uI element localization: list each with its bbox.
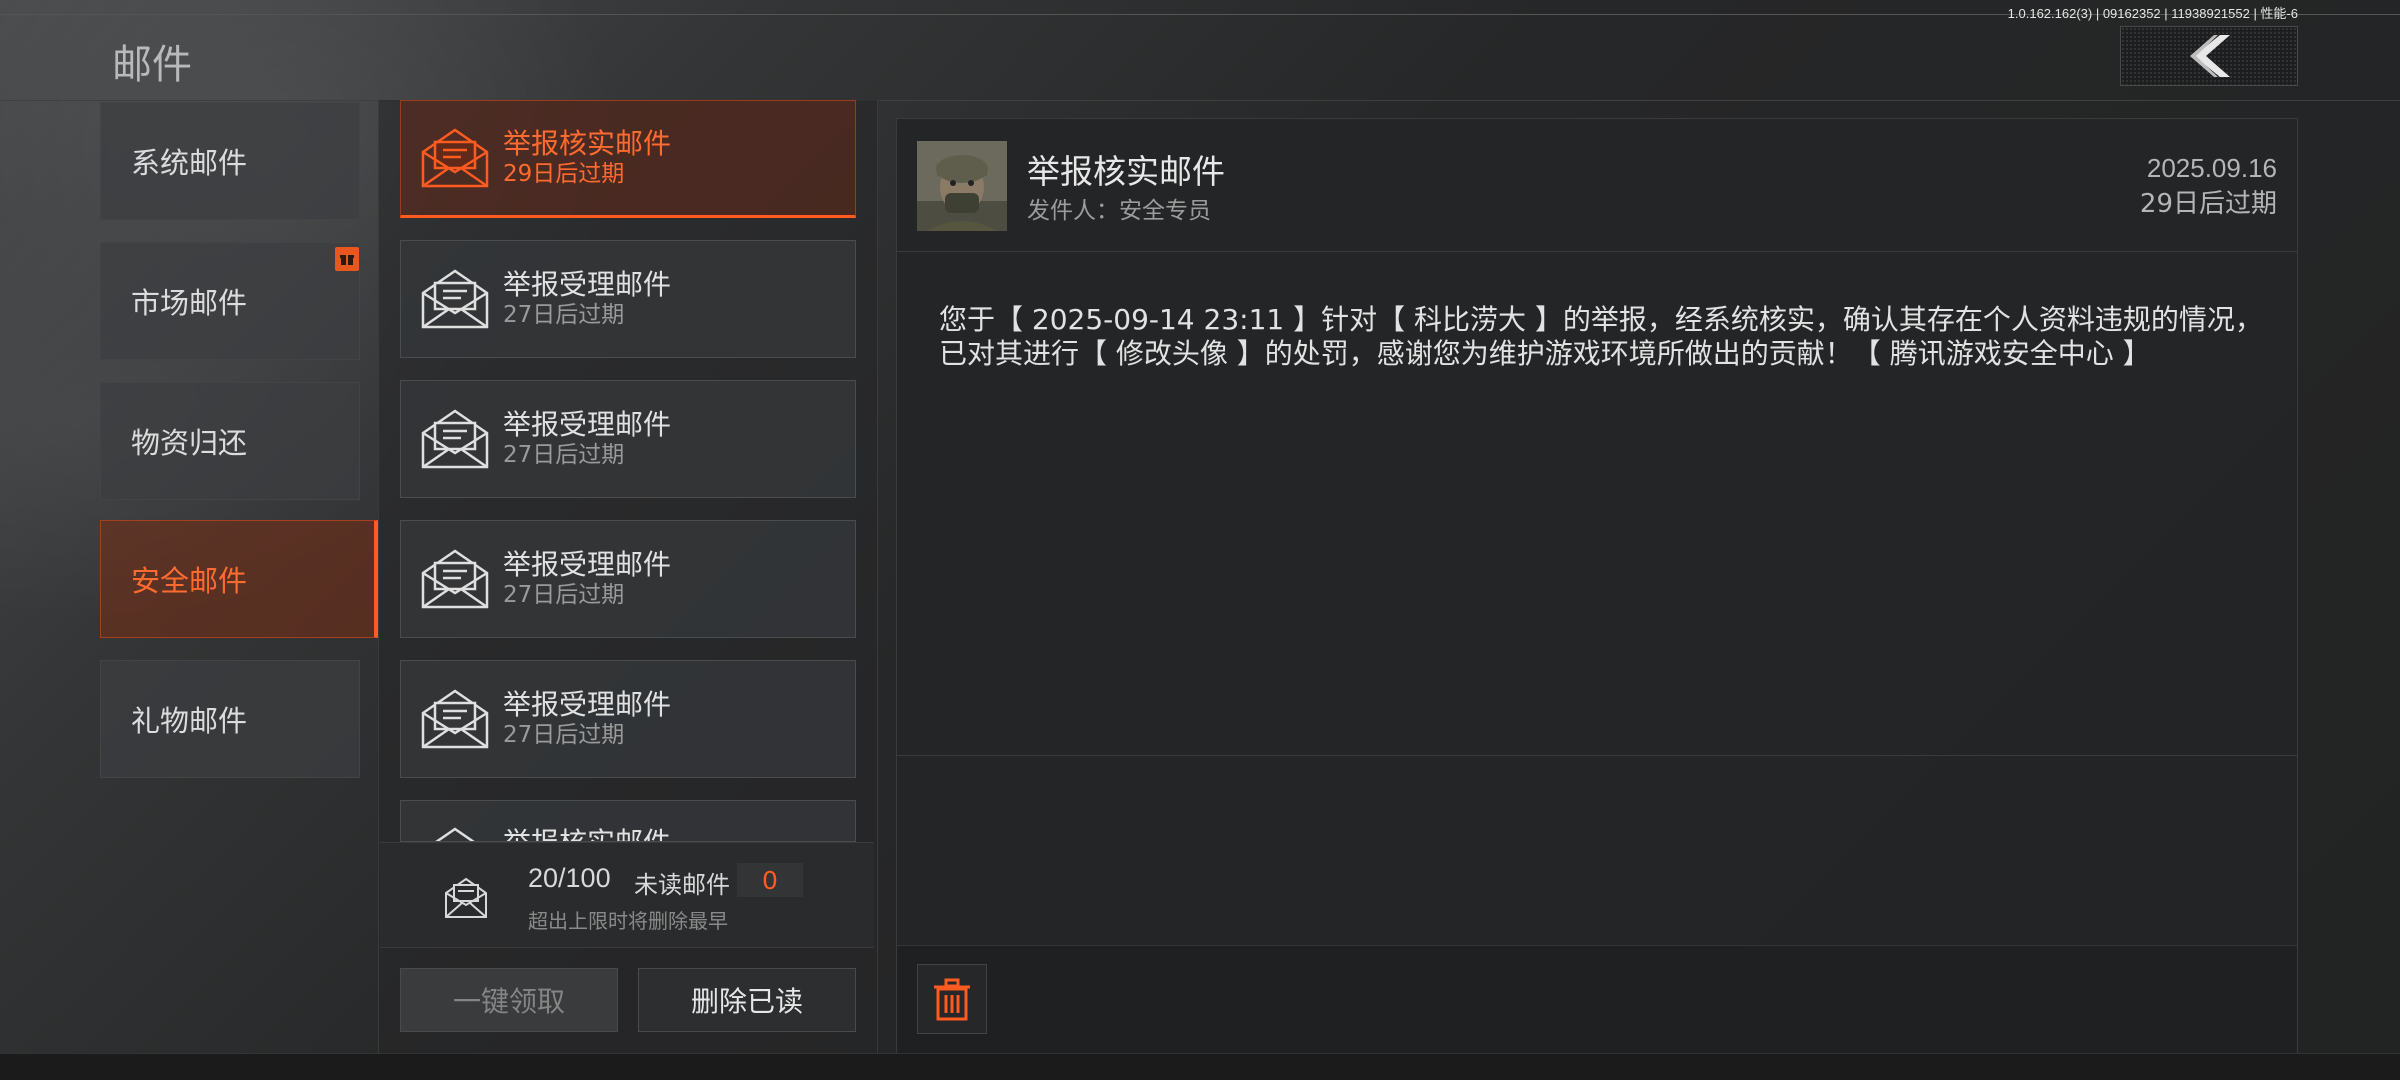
- unread-count: 0: [737, 863, 803, 897]
- detail-date: 2025.09.16: [2146, 153, 2277, 183]
- category-label: 安全邮件: [131, 564, 248, 598]
- capacity-note: 超出上限时将删除最早: [528, 909, 728, 933]
- category-label: 礼物邮件: [131, 704, 248, 738]
- detail-expire: 29日后过期: [2139, 189, 2277, 219]
- mail-title: 举报受理邮件: [503, 688, 672, 721]
- mail-item[interactable]: 举报核实邮件: [400, 800, 856, 842]
- category-label: 物资归还: [131, 426, 248, 460]
- category-gift-mail[interactable]: 礼物邮件: [100, 660, 360, 778]
- gift-icon: [335, 247, 359, 271]
- page-title: 邮件: [112, 42, 192, 88]
- unread-label: 未读邮件: [634, 871, 730, 899]
- mail-title: 举报受理邮件: [503, 408, 672, 441]
- category-supply-return[interactable]: 物资归还: [100, 382, 360, 500]
- mail-expire: 29日后过期: [503, 161, 625, 187]
- bottom-strip: [0, 1053, 2400, 1080]
- back-button[interactable]: [2120, 26, 2298, 86]
- category-label: 市场邮件: [131, 286, 248, 320]
- mail-title: 举报受理邮件: [503, 548, 672, 581]
- category-label: 系统邮件: [131, 146, 248, 180]
- detail-footer: [897, 945, 2297, 1054]
- mail-title: 举报核实邮件: [503, 127, 672, 160]
- mail-title: 举报核实邮件: [503, 827, 671, 842]
- header-divider: [0, 100, 2400, 101]
- mail-item[interactable]: 举报受理邮件 27日后过期: [400, 380, 856, 498]
- envelope-open-icon: [421, 128, 489, 188]
- detail-body-line: 您于【 2025-09-14 23:11 】针对【 科比涝大 】的举报，经系统核…: [939, 303, 2263, 336]
- category-security-mail[interactable]: 安全邮件: [100, 520, 378, 638]
- detail-body: 您于【 2025-09-14 23:11 】针对【 科比涝大 】的举报，经系统核…: [939, 303, 2269, 371]
- envelope-open-icon: [421, 549, 489, 609]
- category-market-mail[interactable]: 市场邮件: [100, 242, 360, 360]
- mail-item[interactable]: 举报受理邮件 27日后过期: [400, 520, 856, 638]
- envelope-open-icon: [421, 689, 489, 749]
- envelope-open-icon: [421, 409, 489, 469]
- claim-all-button[interactable]: 一键领取: [400, 968, 618, 1032]
- detail-header-divider: [897, 251, 2297, 252]
- mail-detail-panel: 举报核实邮件 发件人：安全专员 2025.09.16 29日后过期 您于【 20…: [896, 118, 2298, 1055]
- mail-count: 20/100: [528, 863, 611, 893]
- envelope-open-icon: [435, 827, 475, 841]
- category-system-mail[interactable]: 系统邮件: [100, 102, 360, 220]
- detail-title: 举报核实邮件: [1027, 152, 1225, 191]
- detail-sender: 发件人：安全专员: [1027, 198, 1211, 224]
- trash-icon: [934, 978, 970, 1021]
- envelope-open-icon: [421, 269, 489, 329]
- mail-item[interactable]: 举报核实邮件 29日后过期: [400, 100, 856, 218]
- mail-item[interactable]: 举报受理邮件 27日后过期: [400, 240, 856, 358]
- mail-expire: 27日后过期: [503, 442, 625, 468]
- mail-expire: 27日后过期: [503, 722, 625, 748]
- mail-title: 举报受理邮件: [503, 268, 672, 301]
- delete-read-button[interactable]: 删除已读: [638, 968, 856, 1032]
- delete-mail-button[interactable]: [917, 964, 987, 1034]
- detail-divider: [897, 755, 2297, 756]
- chevron-left-icon: [2190, 35, 2230, 77]
- sender-avatar: [917, 141, 1007, 231]
- detail-body-line: 已对其进行【 修改头像 】的处罚，感谢您为维护游戏环境所做出的贡献！【 腾讯游戏…: [939, 337, 2151, 370]
- mail-stats: 20/100 未读邮件 0 超出上限时将删除最早: [380, 842, 874, 948]
- mail-item[interactable]: 举报受理邮件 27日后过期: [400, 660, 856, 778]
- mailbox-icon: [445, 877, 487, 918]
- mail-expire: 27日后过期: [503, 582, 625, 608]
- version-info: 1.0.162.162(3) | 09162352 | 11938921552 …: [2007, 6, 2298, 21]
- mail-expire: 27日后过期: [503, 302, 625, 328]
